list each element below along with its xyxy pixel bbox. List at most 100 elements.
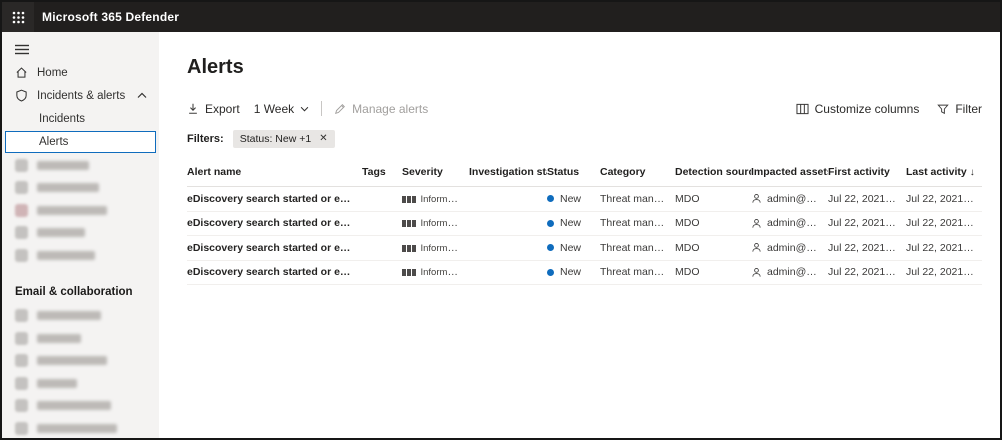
table-row[interactable]: eDiscovery search started or exported In… [187, 187, 982, 212]
first-activity-cell: Jul 22, 2021 9:33 AM [828, 193, 906, 205]
alert-name-cell[interactable]: eDiscovery search started or exported [187, 217, 362, 229]
severity-label: Informational [421, 193, 470, 205]
redacted-nav-item[interactable] [2, 417, 159, 440]
customize-columns-button[interactable]: Customize columns [796, 102, 920, 116]
redacted-icon [15, 226, 28, 239]
alert-name-cell[interactable]: eDiscovery search started or exported [187, 193, 362, 205]
export-button[interactable]: Export [187, 102, 240, 116]
manage-alerts-button[interactable]: Manage alerts [334, 102, 428, 116]
redacted-icon [15, 309, 28, 322]
redacted-icon [15, 354, 28, 367]
filter-button[interactable]: Filter [937, 102, 982, 116]
redacted-nav-item[interactable] [2, 244, 159, 267]
page-title: Alerts [187, 56, 982, 79]
redacted-label [37, 251, 95, 260]
column-header-first-activity[interactable]: First activity [828, 166, 906, 178]
alerts-table: Alert name Tags Severity Investigation s… [187, 162, 982, 285]
first-activity-cell: Jul 22, 2021 9:30 AM [828, 266, 906, 278]
app-window: Microsoft 365 Defender Home Incidents & … [0, 0, 1002, 440]
sidebar: Home Incidents & alerts Incidents Alerts… [2, 32, 159, 438]
top-bar: Microsoft 365 Defender [2, 2, 1000, 32]
redacted-icon [15, 159, 28, 172]
column-header-last-activity[interactable]: Last activity↓ [906, 166, 982, 178]
redacted-nav-item[interactable] [2, 177, 159, 200]
redacted-nav-item[interactable] [2, 327, 159, 350]
redacted-nav-item[interactable] [2, 395, 159, 418]
customize-columns-icon [796, 103, 809, 115]
status-dot-icon [547, 195, 554, 202]
status-dot-icon [547, 244, 554, 251]
redacted-label [37, 228, 85, 237]
alert-name-cell[interactable]: eDiscovery search started or exported [187, 242, 362, 254]
sidebar-item-incidents[interactable]: Incidents [2, 107, 159, 130]
status-cell: New [547, 217, 600, 229]
sidebar-item-alerts[interactable]: Alerts [5, 131, 156, 153]
table-row[interactable]: eDiscovery search started or exported In… [187, 212, 982, 237]
redacted-icon [15, 377, 28, 390]
category-cell: Threat management [600, 193, 675, 205]
sidebar-section-email-collaboration: Email & collaboration [2, 279, 159, 305]
column-header-detection-source[interactable]: Detection source [675, 166, 751, 178]
redacted-icon [15, 399, 28, 412]
person-icon [751, 267, 762, 278]
severity-bars-icon [402, 196, 416, 203]
detection-source-cell: MDO [675, 266, 751, 278]
status-label: New [560, 266, 581, 278]
impacted-assets-cell: admin@ediscode... [751, 217, 828, 229]
redacted-nav-item[interactable] [2, 305, 159, 328]
redacted-nav-item[interactable] [2, 154, 159, 177]
chevron-up-icon [137, 92, 147, 99]
time-range-dropdown[interactable]: 1 Week [254, 102, 309, 116]
sort-descending-icon: ↓ [970, 167, 975, 178]
status-dot-icon [547, 220, 554, 227]
redacted-label [37, 424, 117, 433]
sidebar-item-label: Incidents [39, 113, 85, 125]
column-header-investigation-state[interactable]: Investigation state [469, 166, 547, 178]
severity-bars-icon [402, 245, 416, 252]
redacted-label [37, 206, 107, 215]
redacted-label [37, 311, 101, 320]
column-header-category[interactable]: Category [600, 166, 675, 178]
edit-icon [334, 103, 346, 115]
alert-name-cell[interactable]: eDiscovery search started or exported [187, 266, 362, 278]
redacted-nav-item[interactable] [2, 350, 159, 373]
impacted-assets-label: admin@ediscode... [767, 266, 820, 278]
column-header-impacted-assets[interactable]: Impacted assets [751, 166, 828, 178]
detection-source-cell: MDO [675, 242, 751, 254]
redacted-nav-item[interactable] [2, 372, 159, 395]
person-icon [751, 242, 762, 253]
status-label: New [560, 193, 581, 205]
last-activity-cell: Jul 22, 2021 9:34 AM [906, 217, 982, 229]
status-cell: New [547, 266, 600, 278]
detection-source-cell: MDO [675, 193, 751, 205]
status-cell: New [547, 242, 600, 254]
redacted-label [37, 356, 107, 365]
table-header-row: Alert name Tags Severity Investigation s… [187, 162, 982, 187]
table-row[interactable]: eDiscovery search started or exported In… [187, 261, 982, 286]
sidebar-item-home[interactable]: Home [2, 61, 159, 84]
hamburger-icon [15, 44, 29, 55]
column-header-severity[interactable]: Severity [402, 166, 469, 178]
redacted-nav-item[interactable] [2, 222, 159, 245]
redacted-nav-item[interactable] [2, 199, 159, 222]
redacted-label [37, 379, 77, 388]
table-row[interactable]: eDiscovery search started or exported In… [187, 236, 982, 261]
status-label: New [560, 217, 581, 229]
column-header-status[interactable]: Status [547, 166, 600, 178]
toolbar-divider [321, 101, 322, 116]
severity-label: Informational [421, 217, 470, 229]
column-header-tags[interactable]: Tags [362, 166, 402, 178]
column-header-alert-name[interactable]: Alert name [187, 166, 362, 178]
close-icon[interactable]: ✕ [319, 134, 327, 144]
customize-columns-label: Customize columns [815, 102, 920, 116]
severity-bars-icon [402, 269, 416, 276]
menu-toggle-button[interactable] [2, 38, 159, 61]
sidebar-item-incidents-alerts[interactable]: Incidents & alerts [2, 84, 159, 107]
redacted-icon [15, 204, 28, 217]
impacted-assets-label: admin@ediscode... [767, 242, 820, 254]
filter-chip-status[interactable]: Status: New +1 ✕ [233, 130, 335, 148]
impacted-assets-cell: admin@ediscode... [751, 193, 828, 205]
home-icon [15, 66, 28, 79]
app-launcher-button[interactable] [2, 2, 34, 32]
toolbar: Export 1 Week Manage alerts [187, 101, 982, 116]
